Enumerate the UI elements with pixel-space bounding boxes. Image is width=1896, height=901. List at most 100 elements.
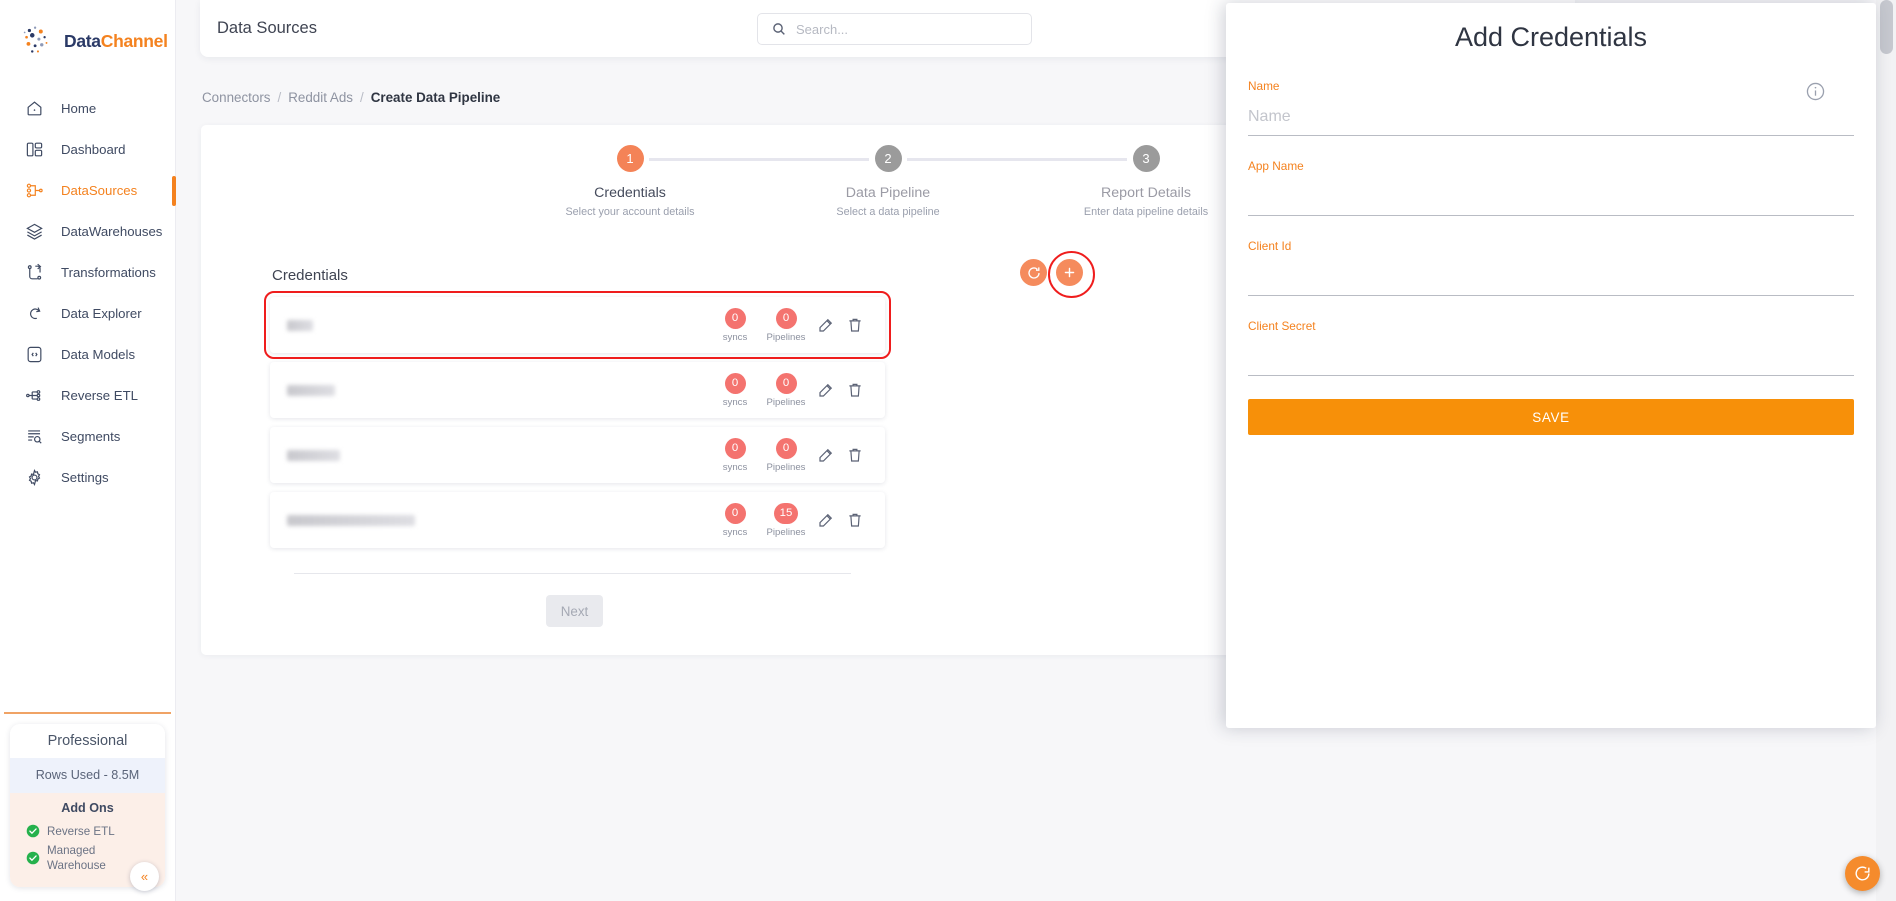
step-data-pipeline[interactable]: 2 Data Pipeline Select a data pipeline bbox=[759, 145, 1127, 218]
table-row[interactable]: 0 syncs 0 Pipelines bbox=[270, 362, 885, 418]
syncs-badge: 0 bbox=[724, 437, 746, 459]
table-row[interactable]: 0 syncs 0 Pipelines bbox=[270, 427, 885, 483]
credential-row-meta: 0 syncs 0 Pipelines bbox=[712, 307, 885, 343]
edit-icon[interactable] bbox=[814, 378, 838, 402]
syncs-caption: syncs bbox=[722, 396, 748, 408]
breadcrumb-item-reddit-ads[interactable]: Reddit Ads bbox=[288, 90, 353, 105]
addon-label: Managed Warehouse bbox=[47, 843, 106, 872]
brand-wordmark: DataChannel bbox=[64, 31, 168, 52]
sidebar-item-label: Home bbox=[61, 101, 97, 116]
pipelines-stat: 0 Pipelines bbox=[763, 307, 809, 343]
syncs-badge: 0 bbox=[724, 372, 746, 394]
plan-name: Professional bbox=[10, 723, 165, 758]
scrollbar-thumb[interactable] bbox=[1880, 0, 1893, 54]
credentials-actions bbox=[1020, 251, 1095, 298]
add-credentials-form: Name App Name Client Id Client Secret SA… bbox=[1226, 53, 1876, 435]
sidebar-item-datasources[interactable]: DataSources bbox=[0, 170, 176, 211]
pipelines-caption: Pipelines bbox=[766, 526, 806, 538]
step-connector-bar bbox=[907, 158, 1127, 161]
search-box[interactable] bbox=[757, 13, 1032, 45]
sidebar-collapse-button[interactable]: « bbox=[130, 862, 159, 891]
sidebar-item-data-explorer[interactable]: Data Explorer bbox=[0, 293, 175, 334]
add-credentials-panel: Add Credentials Name App Name Client Id … bbox=[1226, 3, 1876, 728]
client-secret-input[interactable] bbox=[1248, 344, 1854, 376]
trash-icon[interactable] bbox=[843, 378, 867, 402]
breadcrumb: Connectors / Reddit Ads / Create Data Pi… bbox=[202, 90, 500, 105]
pipelines-caption: Pipelines bbox=[766, 461, 806, 473]
sidebar-item-segments[interactable]: Segments bbox=[0, 416, 175, 457]
field-client-id: Client Id bbox=[1248, 239, 1854, 296]
syncs-stat: 0 syncs bbox=[712, 437, 758, 473]
breadcrumb-separator: / bbox=[277, 90, 282, 105]
next-button[interactable]: Next bbox=[546, 595, 603, 627]
datasources-icon bbox=[24, 180, 45, 201]
addons-title: Add Ons bbox=[61, 800, 114, 815]
info-icon[interactable] bbox=[1805, 81, 1826, 102]
sidebar-nav: Home Dashboard DataSources DataWarehouse… bbox=[0, 88, 176, 498]
sidebar-item-home[interactable]: Home bbox=[0, 88, 175, 129]
datawarehouses-icon bbox=[24, 221, 45, 242]
syncs-badge: 0 bbox=[724, 502, 746, 524]
field-label: App Name bbox=[1248, 159, 1304, 173]
add-credential-button[interactable] bbox=[1048, 251, 1095, 298]
search-input[interactable] bbox=[796, 21, 996, 37]
brand-logo[interactable]: DataChannel bbox=[0, 0, 175, 82]
sidebar-item-label: Reverse ETL bbox=[61, 388, 138, 403]
credential-row-meta: 0 syncs 0 Pipelines bbox=[712, 372, 885, 408]
datachannel-logo-icon bbox=[18, 22, 56, 60]
credential-name-redacted bbox=[287, 319, 313, 331]
credential-name-redacted bbox=[287, 449, 340, 461]
syncs-badge: 0 bbox=[724, 307, 746, 329]
sidebar-item-reverse-etl[interactable]: Reverse ETL bbox=[0, 375, 175, 416]
trash-icon[interactable] bbox=[843, 508, 867, 532]
breadcrumb-item-connectors[interactable]: Connectors bbox=[202, 90, 270, 105]
pipelines-caption: Pipelines bbox=[766, 331, 806, 343]
panel-title: Add Credentials bbox=[1454, 22, 1648, 52]
plan-divider bbox=[4, 711, 171, 714]
pipelines-badge: 0 bbox=[775, 372, 797, 394]
field-name: Name bbox=[1248, 79, 1854, 136]
edit-icon[interactable] bbox=[814, 508, 838, 532]
check-circle-icon bbox=[26, 824, 40, 838]
client-id-input[interactable] bbox=[1248, 264, 1854, 296]
breadcrumb-separator: / bbox=[359, 90, 364, 105]
name-input[interactable] bbox=[1248, 104, 1854, 136]
edit-icon[interactable] bbox=[814, 313, 838, 337]
gear-icon bbox=[24, 467, 45, 488]
field-label: Client Secret bbox=[1248, 319, 1316, 333]
refresh-credentials-button[interactable] bbox=[1020, 259, 1047, 286]
application-root: DataChannel Home Dashboard DataSources D… bbox=[0, 0, 1896, 901]
sidebar-item-datawarehouses[interactable]: DataWarehouses bbox=[0, 211, 175, 252]
field-label: Client Id bbox=[1248, 239, 1292, 253]
step-number: 2 bbox=[874, 145, 902, 172]
pipelines-stat: 0 Pipelines bbox=[763, 437, 809, 473]
sidebar-item-label: DataSources bbox=[61, 183, 138, 198]
sidebar-item-label: Transformations bbox=[61, 265, 156, 280]
step-credentials[interactable]: 1 Credentials Select your account detail… bbox=[501, 145, 869, 218]
app-name-input[interactable] bbox=[1248, 184, 1854, 216]
data-models-icon bbox=[24, 344, 45, 365]
syncs-caption: syncs bbox=[722, 461, 748, 473]
table-row[interactable]: 0 syncs 0 Pipelines bbox=[264, 291, 891, 359]
trash-icon[interactable] bbox=[843, 443, 867, 467]
refresh-icon bbox=[1026, 265, 1042, 281]
dashboard-icon bbox=[24, 139, 45, 160]
sidebar-item-transformations[interactable]: Transformations bbox=[0, 252, 175, 293]
sidebar-item-dashboard[interactable]: Dashboard bbox=[0, 129, 175, 170]
credential-name-redacted bbox=[287, 384, 335, 396]
save-button[interactable]: SAVE bbox=[1248, 399, 1854, 435]
edit-icon[interactable] bbox=[814, 443, 838, 467]
credentials-heading: Credentials bbox=[272, 267, 348, 284]
syncs-stat: 0 syncs bbox=[712, 307, 758, 343]
segments-icon bbox=[24, 426, 45, 447]
table-row[interactable]: 0 syncs 15 Pipelines bbox=[270, 492, 885, 548]
home-icon bbox=[24, 98, 45, 119]
pipelines-badge: 15 bbox=[773, 502, 799, 524]
sidebar-item-data-models[interactable]: Data Models bbox=[0, 334, 175, 375]
sidebar-item-settings[interactable]: Settings bbox=[0, 457, 175, 498]
trash-icon[interactable] bbox=[843, 313, 867, 337]
support-chat-button[interactable] bbox=[1845, 856, 1880, 891]
sidebar-item-label: Data Models bbox=[61, 347, 136, 362]
page-scrollbar[interactable] bbox=[1876, 0, 1896, 901]
